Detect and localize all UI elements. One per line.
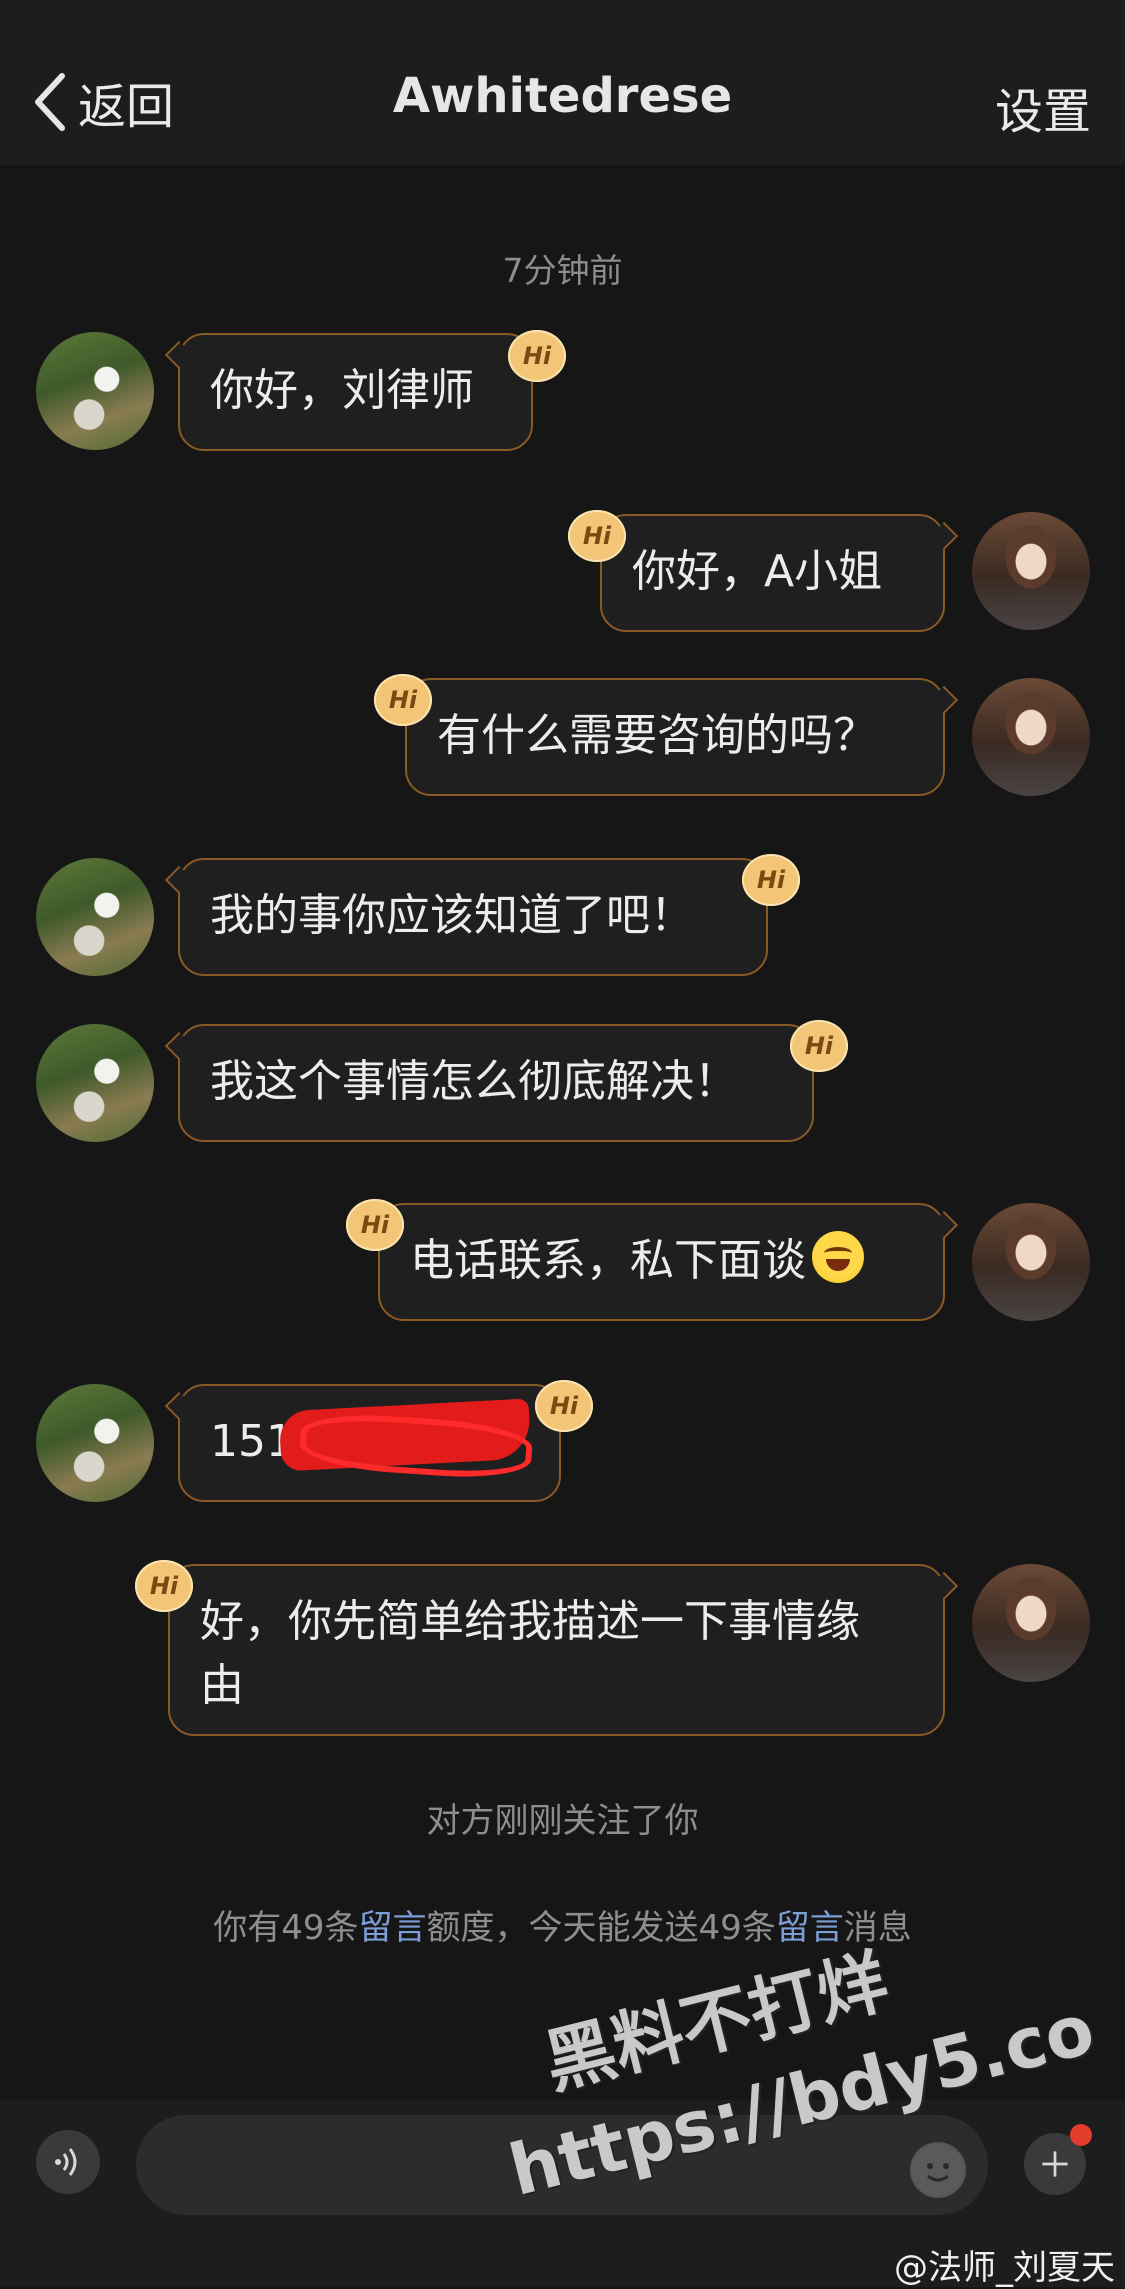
hi-badge-icon: Hi [790,1020,848,1072]
message-text: 我这个事情怎么彻底解决！ [210,1056,738,1107]
emoji-button[interactable] [910,2142,966,2198]
message-timestamp: 7分钟前 [502,251,623,290]
emoji-icon [912,2144,964,2196]
hi-badge-icon: Hi [346,1199,404,1251]
voice-icon [55,2148,77,2176]
message-bubble[interactable]: 你好，A小姐 [600,514,959,632]
quota-prefix: 你有49条 [213,1908,359,1948]
plus-icon [1042,2151,1068,2177]
hi-badge-icon: Hi [508,330,566,382]
message-text: 好，你先简单给我描述一下事情缘由 [200,1596,860,1711]
message-text: 我的事你应该知道了吧！ [210,890,694,941]
chat-title: Awhitedrese [392,68,733,124]
avatar-other[interactable] [36,1024,154,1142]
message-bubble[interactable]: 电话联系，私下面谈 [378,1203,959,1321]
message-quota-link[interactable]: 留言 [776,1908,844,1948]
avatar-self[interactable] [972,512,1090,630]
laugh-cry-emoji-icon [812,1231,864,1283]
message-bubble[interactable]: 你好，刘律师 [164,333,533,451]
hi-badge-icon: Hi [742,854,800,906]
hi-badge-icon: Hi [568,510,626,562]
avatar-other[interactable] [36,1384,154,1502]
voice-button[interactable] [36,2130,100,2194]
quota-middle: 额度，今天能发送49条 [426,1908,776,1948]
message-bubble[interactable]: 好，你先简单给我描述一下事情缘由 [168,1564,959,1736]
message-bubble[interactable]: 我的事你应该知道了吧！ [164,858,768,976]
message-quota-link[interactable]: 留言 [359,1908,427,1948]
message-text: 有什么需要咨询的吗？ [437,710,877,761]
message-text: 电话联系，私下面谈 [410,1235,806,1286]
avatar-other[interactable] [36,858,154,976]
message-bubble[interactable]: 我这个事情怎么彻底解决！ [164,1024,814,1142]
avatar-other[interactable] [36,332,154,450]
message-text: 你好，刘律师 [210,365,474,416]
hi-badge-icon: Hi [135,1560,193,1612]
follow-notice: 对方刚刚关注了你 [426,1801,699,1841]
settings-button[interactable]: 设置 [995,72,1091,142]
avatar-self[interactable] [972,678,1090,796]
notification-dot [1070,2124,1092,2146]
message-text: 你好，A小姐 [632,546,883,597]
hi-badge-icon: Hi [535,1380,593,1432]
hi-badge-icon: Hi [374,674,432,726]
message-bubble[interactable]: 有什么需要咨询的吗？ [405,678,959,796]
avatar-self[interactable] [972,1203,1090,1321]
weibo-credit: @法师_刘夏天 [894,2248,1115,2288]
nav-bar: 返回 Awhitedrese 设置 [0,0,1125,165]
avatar-self[interactable] [972,1564,1090,1682]
